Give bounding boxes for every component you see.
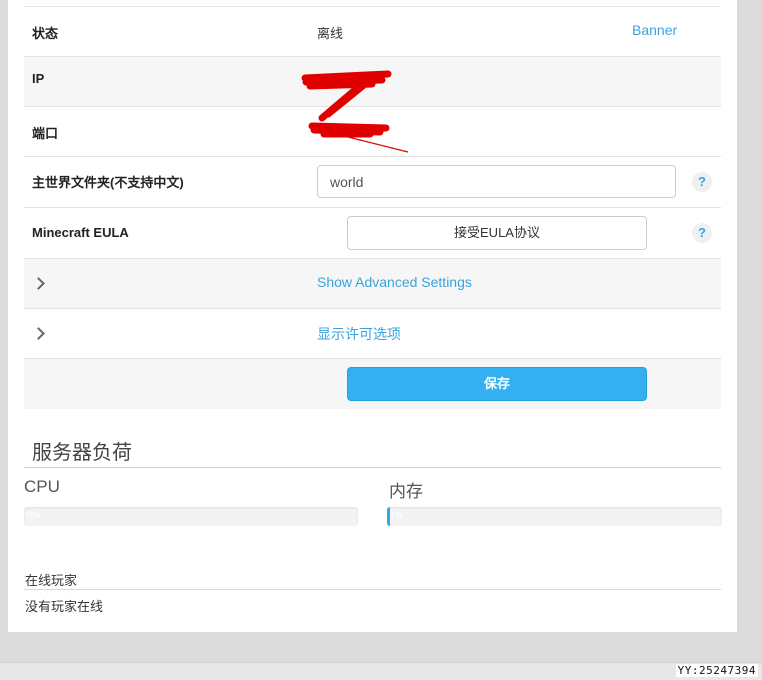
divider [24, 467, 721, 468]
redaction-scribble [301, 70, 409, 153]
help-icon[interactable]: ? [692, 223, 712, 243]
memory-label: 内存 [389, 482, 423, 501]
world-folder-input[interactable] [317, 165, 676, 198]
memory-progress-bar: 1% [387, 507, 722, 526]
bottom-strip [0, 662, 762, 680]
port-label: 端口 [32, 126, 59, 141]
world-folder-row: 主世界文件夹(不支持中文) ? [24, 157, 721, 208]
status-row: 状态 离线 Banner [24, 7, 721, 57]
ip-label: IP [32, 71, 45, 86]
cpu-progress-bar: 0% [24, 507, 358, 526]
save-button[interactable]: 保存 [347, 367, 647, 401]
online-players-title: 在线玩家 [25, 573, 78, 588]
cpu-label: CPU [24, 477, 60, 496]
banner-link[interactable]: Banner [632, 22, 677, 38]
memory-progress-text: 1% [390, 510, 404, 520]
divider [24, 589, 721, 590]
server-load-title: 服务器负荷 [32, 442, 132, 464]
world-folder-label: 主世界文件夹(不支持中文) [32, 175, 184, 190]
help-icon[interactable]: ? [692, 172, 712, 192]
permissions-row[interactable]: 显示许可选项 [24, 309, 721, 359]
watermark: YY:25247394 [675, 664, 758, 677]
accept-eula-button[interactable]: 接受EULA协议 [347, 216, 647, 250]
advanced-settings-row[interactable]: Show Advanced Settings [24, 259, 721, 309]
save-row: 保存 [24, 359, 721, 409]
cpu-progress-text: 0% [27, 510, 41, 520]
status-label: 状态 [32, 26, 59, 41]
no-players-text: 没有玩家在线 [25, 599, 104, 614]
show-advanced-settings-link[interactable]: Show Advanced Settings [317, 274, 472, 290]
eula-row: Minecraft EULA 接受EULA协议 ? [24, 208, 721, 259]
eula-label: Minecraft EULA [32, 225, 129, 240]
chevron-right-icon [32, 327, 45, 340]
status-value: 离线 [317, 26, 344, 41]
chevron-right-icon [32, 277, 45, 290]
show-permissions-link[interactable]: 显示许可选项 [317, 324, 401, 344]
